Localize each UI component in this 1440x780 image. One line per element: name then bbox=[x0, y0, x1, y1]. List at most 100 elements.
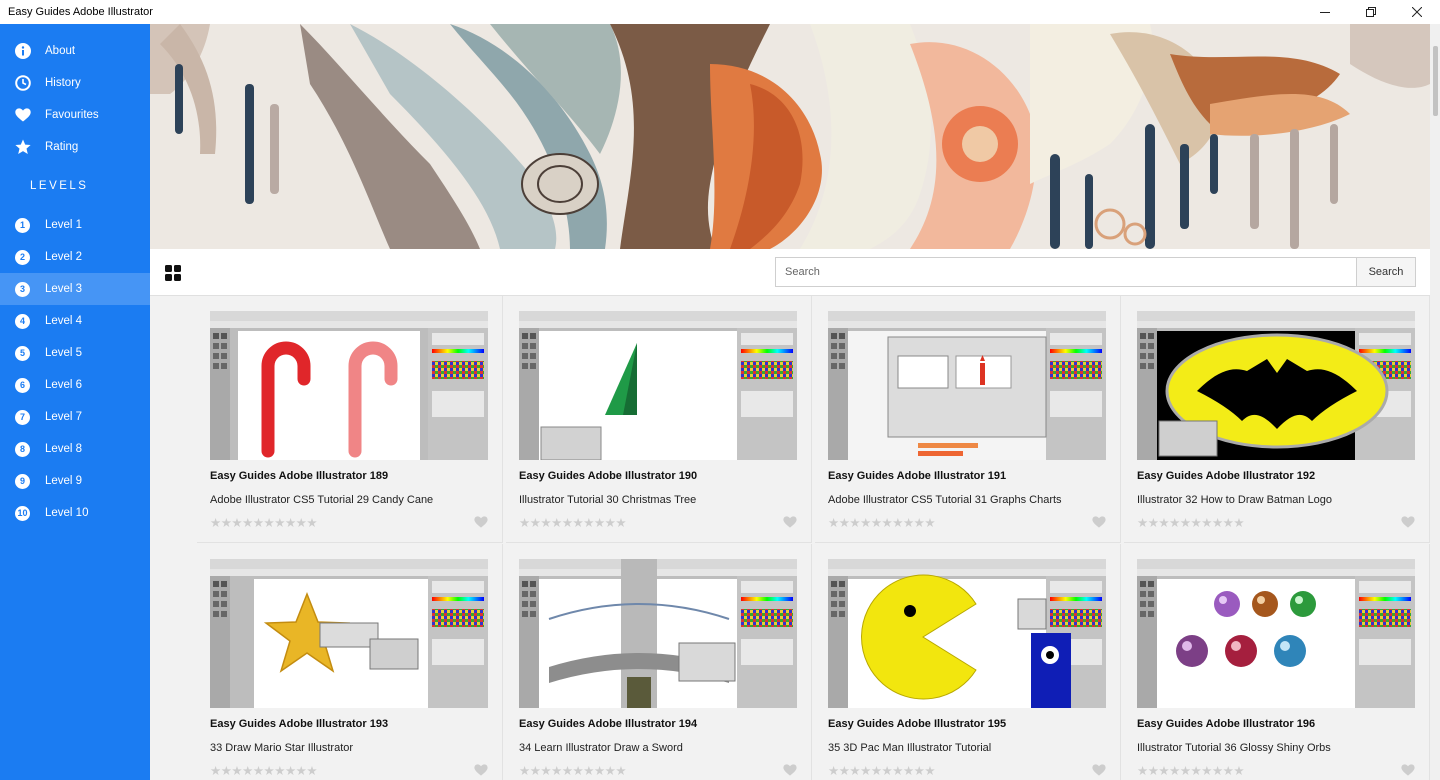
window-title: Easy Guides Adobe Illustrator bbox=[8, 6, 153, 18]
card-subtitle: 35 3D Pac Man Illustrator Tutorial bbox=[828, 742, 992, 754]
favourite-heart-icon[interactable] bbox=[783, 764, 797, 776]
tutorial-thumbnail[interactable] bbox=[1137, 311, 1415, 460]
rating-stars[interactable]: ★★★★★★★★★★ bbox=[519, 763, 627, 778]
favourite-heart-icon[interactable] bbox=[783, 516, 797, 528]
nav-history[interactable]: History bbox=[0, 67, 150, 99]
tutorial-card[interactable]: Easy Guides Adobe Illustrator 192 Illustr… bbox=[1124, 296, 1430, 543]
rating-stars[interactable]: ★★★★★★★★★★ bbox=[828, 763, 936, 778]
card-subtitle: 34 Learn Illustrator Draw a Sword bbox=[519, 742, 683, 754]
tutorial-card[interactable]: Easy Guides Adobe Illustrator 190 Illustr… bbox=[506, 296, 812, 543]
restore-button[interactable] bbox=[1348, 0, 1394, 24]
card-title: Easy Guides Adobe Illustrator 189 bbox=[210, 470, 389, 482]
tutorial-thumbnail[interactable] bbox=[519, 559, 797, 708]
rating-stars[interactable]: ★★★★★★★★★★ bbox=[1137, 515, 1245, 530]
sidebar-item-level-3[interactable]: 3 Level 3 bbox=[0, 273, 150, 305]
minimize-button[interactable] bbox=[1302, 0, 1348, 24]
level-label: Level 6 bbox=[45, 379, 83, 391]
toolbar: Search bbox=[150, 249, 1430, 296]
card-title: Easy Guides Adobe Illustrator 195 bbox=[828, 718, 1007, 730]
title-bar: Easy Guides Adobe Illustrator bbox=[0, 0, 1440, 24]
favourite-heart-icon[interactable] bbox=[1401, 516, 1415, 528]
card-title: Easy Guides Adobe Illustrator 194 bbox=[519, 718, 698, 730]
card-subtitle: Illustrator Tutorial 36 Glossy Shiny Orb… bbox=[1137, 742, 1331, 754]
favourite-heart-icon[interactable] bbox=[474, 764, 488, 776]
scrollbar[interactable] bbox=[1430, 24, 1440, 780]
card-title: Easy Guides Adobe Illustrator 192 bbox=[1137, 470, 1316, 482]
level-label: Level 3 bbox=[45, 283, 83, 295]
level-label: Level 9 bbox=[45, 475, 83, 487]
tutorial-card[interactable]: Easy Guides Adobe Illustrator 194 34 Lear… bbox=[506, 544, 812, 780]
favourite-heart-icon[interactable] bbox=[1092, 764, 1106, 776]
level-number-icon: 10 bbox=[14, 505, 31, 522]
tutorial-card[interactable]: Easy Guides Adobe Illustrator 196 Illustr… bbox=[1124, 544, 1430, 780]
sidebar: About History Favourites Rating LEVELS 1… bbox=[0, 24, 150, 780]
sidebar-item-level-6[interactable]: 6 Level 6 bbox=[0, 369, 150, 401]
card-subtitle: Adobe Illustrator CS5 Tutorial 29 Candy … bbox=[210, 494, 434, 506]
card-title: Easy Guides Adobe Illustrator 190 bbox=[519, 470, 698, 482]
grid-view-icon[interactable] bbox=[165, 265, 181, 281]
tutorial-thumbnail[interactable] bbox=[210, 311, 488, 460]
level-label: Level 8 bbox=[45, 443, 83, 455]
sidebar-item-level-10[interactable]: 10 Level 10 bbox=[0, 497, 150, 529]
level-label: Level 10 bbox=[45, 507, 89, 519]
card-subtitle: Adobe Illustrator CS5 Tutorial 31 Graphs… bbox=[828, 494, 1062, 506]
sidebar-item-level-2[interactable]: 2 Level 2 bbox=[0, 241, 150, 273]
tutorial-card[interactable]: Easy Guides Adobe Illustrator 191 Adobe I… bbox=[815, 296, 1121, 543]
nav-favourites[interactable]: Favourites bbox=[0, 99, 150, 131]
level-number-icon: 8 bbox=[14, 441, 31, 458]
nav-favourites-label: Favourites bbox=[45, 109, 99, 121]
rating-stars[interactable]: ★★★★★★★★★★ bbox=[210, 763, 318, 778]
close-button[interactable] bbox=[1394, 0, 1440, 24]
sidebar-item-level-4[interactable]: 4 Level 4 bbox=[0, 305, 150, 337]
clock-icon bbox=[14, 75, 31, 92]
restore-icon bbox=[1366, 7, 1376, 17]
tutorial-card[interactable]: Easy Guides Adobe Illustrator 193 33 Draw… bbox=[197, 544, 503, 780]
search-input[interactable] bbox=[775, 257, 1357, 287]
level-number-icon: 1 bbox=[14, 217, 31, 234]
rating-stars[interactable]: ★★★★★★★★★★ bbox=[1137, 763, 1245, 778]
level-number-icon: 6 bbox=[14, 377, 31, 394]
level-number-icon: 5 bbox=[14, 345, 31, 362]
sidebar-item-level-1[interactable]: 1 Level 1 bbox=[0, 209, 150, 241]
favourite-heart-icon[interactable] bbox=[474, 516, 488, 528]
level-number-icon: 9 bbox=[14, 473, 31, 490]
tutorial-thumbnail[interactable] bbox=[1137, 559, 1415, 708]
level-number-icon: 7 bbox=[14, 409, 31, 426]
nav-about-label: About bbox=[45, 45, 76, 57]
close-icon bbox=[1412, 7, 1422, 17]
tutorial-thumbnail[interactable] bbox=[828, 311, 1106, 460]
tutorial-thumbnail[interactable] bbox=[210, 559, 488, 708]
card-title: Easy Guides Adobe Illustrator 193 bbox=[210, 718, 389, 730]
card-subtitle: 33 Draw Mario Star Illustrator bbox=[210, 742, 354, 754]
rating-stars[interactable]: ★★★★★★★★★★ bbox=[828, 515, 936, 530]
nav-rating-label: Rating bbox=[45, 141, 79, 153]
sidebar-item-level-8[interactable]: 8 Level 8 bbox=[0, 433, 150, 465]
levels-heading: LEVELS bbox=[30, 180, 89, 192]
favourite-heart-icon[interactable] bbox=[1092, 516, 1106, 528]
rating-stars[interactable]: ★★★★★★★★★★ bbox=[210, 515, 318, 530]
sidebar-item-level-9[interactable]: 9 Level 9 bbox=[0, 465, 150, 497]
nav-history-label: History bbox=[45, 77, 81, 89]
level-number-icon: 3 bbox=[14, 281, 31, 298]
info-icon bbox=[14, 43, 31, 60]
sidebar-item-level-7[interactable]: 7 Level 7 bbox=[0, 401, 150, 433]
sidebar-item-level-5[interactable]: 5 Level 5 bbox=[0, 337, 150, 369]
minimize-icon bbox=[1320, 12, 1330, 13]
level-number-icon: 2 bbox=[14, 249, 31, 266]
scrollbar-thumb[interactable] bbox=[1433, 46, 1438, 116]
level-label: Level 7 bbox=[45, 411, 83, 423]
tutorial-card[interactable]: Easy Guides Adobe Illustrator 189 Adobe I… bbox=[197, 296, 503, 543]
rating-stars[interactable]: ★★★★★★★★★★ bbox=[519, 515, 627, 530]
star-icon bbox=[14, 139, 31, 156]
nav-about[interactable]: About bbox=[0, 35, 150, 67]
level-label: Level 4 bbox=[45, 315, 83, 327]
tutorial-thumbnail[interactable] bbox=[828, 559, 1106, 708]
window-controls bbox=[1302, 0, 1440, 24]
tutorial-card[interactable]: Easy Guides Adobe Illustrator 195 35 3D P… bbox=[815, 544, 1121, 780]
nav-rating[interactable]: Rating bbox=[0, 131, 150, 163]
tutorial-thumbnail[interactable] bbox=[519, 311, 797, 460]
levels-list: 1 Level 1 2 Level 2 3 Level 3 4 Level 4 5 Level 5… bbox=[0, 209, 150, 529]
search-button[interactable]: Search bbox=[1356, 257, 1416, 287]
card-title: Easy Guides Adobe Illustrator 196 bbox=[1137, 718, 1316, 730]
favourite-heart-icon[interactable] bbox=[1401, 764, 1415, 776]
